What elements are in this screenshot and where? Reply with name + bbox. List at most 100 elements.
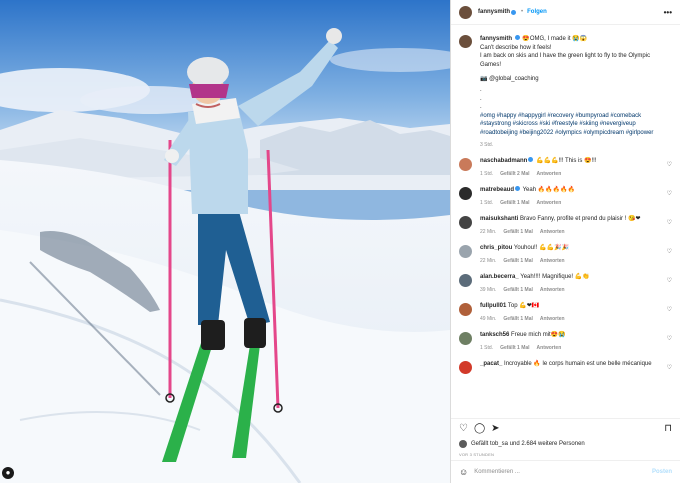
comment-time: 1 Std.: [480, 345, 494, 352]
commenter-username[interactable]: chris_pitou: [480, 245, 512, 251]
comment-like-heart-icon[interactable]: ♡: [667, 335, 672, 343]
commenter-username[interactable]: alan.becerra_: [480, 274, 519, 280]
comment-like-heart-icon[interactable]: ♡: [667, 277, 672, 285]
commenter-username[interactable]: naschabadmann: [480, 158, 527, 164]
likes-summary[interactable]: Gefällt tob_sa und 2.684 weitere Persone…: [451, 438, 680, 450]
reply-button[interactable]: Antworten: [540, 316, 565, 322]
comment-likes[interactable]: Gefällt 1 Mal: [500, 345, 529, 351]
commenter-username[interactable]: _pacat_: [480, 361, 502, 367]
heart-icon[interactable]: ♡: [459, 423, 468, 434]
commenter-avatar[interactable]: [459, 361, 472, 375]
comment-like-heart-icon[interactable]: ♡: [667, 248, 672, 256]
reply-button[interactable]: Antworten: [537, 200, 562, 206]
comment-item: matrebeaud Yeah 🔥🔥🔥🔥🔥 1 Std. Gefällt 1 Mal…: [459, 186, 672, 207]
post-viewer: ● fannysmith • Folgen ••• fannysmith 😍OM…: [0, 0, 680, 483]
caption-hashtags[interactable]: #omg #happy #happygirl #recovery #bumpyr…: [480, 112, 672, 138]
user-tag-icon[interactable]: ●: [2, 467, 14, 479]
commenter-avatar[interactable]: [459, 158, 472, 172]
comment-meta: 49 Min. Gefällt 1 Mal Antworten: [480, 315, 670, 323]
caption-line-2: Can't describe how it feels!: [480, 44, 552, 51]
commenter-username[interactable]: maisukshanti: [480, 216, 518, 222]
commenter-username[interactable]: tanksch56: [480, 332, 509, 338]
caption-line-3: I am back on skis and I have the green l…: [480, 53, 651, 68]
comment-likes[interactable]: Gefällt 1 Mal: [503, 229, 532, 235]
reply-button[interactable]: Antworten: [540, 229, 565, 235]
post-photo[interactable]: ●: [0, 0, 450, 483]
reply-button[interactable]: Antworten: [540, 258, 565, 264]
follow-button[interactable]: Folgen: [527, 9, 547, 15]
comment-time: 1 Std.: [480, 171, 494, 178]
post-header: fannysmith • Folgen •••: [451, 0, 680, 25]
comment-text: Bravo Fanny, profite et prend du plaisir…: [520, 216, 641, 223]
comment-text: 💪💪💪!!! This is 😍!!!: [536, 158, 597, 165]
reply-button[interactable]: Antworten: [540, 287, 565, 293]
action-bar: ♡ ◯ ➤ ⊓: [451, 418, 680, 438]
verified-badge-icon: [514, 35, 520, 40]
commenter-username[interactable]: fullpull01: [480, 303, 506, 309]
verified-badge-icon: [528, 157, 534, 163]
post-caption: fannysmith 😍OMG, I made it 😭😱 Can't desc…: [459, 35, 672, 149]
caption-time: 3 Std.: [480, 141, 494, 148]
comment-composer: ☺ Kommentieren ... Posten: [451, 460, 680, 483]
comment-likes[interactable]: Gefällt 2 Mal: [500, 171, 529, 177]
commenter-avatar[interactable]: [459, 187, 472, 201]
comment-like-heart-icon[interactable]: ♡: [667, 161, 672, 169]
emoji-icon[interactable]: ☺: [459, 467, 468, 477]
comment-item: naschabadmann 💪💪💪!!! This is 😍!!! 1 Std. G…: [459, 157, 672, 178]
comment-text: Youhou!! 💪💪🎉🎉: [513, 245, 569, 252]
comment-list: naschabadmann 💪💪💪!!! This is 😍!!! 1 Std. G…: [459, 157, 672, 375]
verified-badge-icon: [511, 9, 517, 15]
comment-like-heart-icon[interactable]: ♡: [667, 364, 672, 372]
comments-scroll-area[interactable]: fannysmith 😍OMG, I made it 😭😱 Can't desc…: [451, 25, 680, 418]
caption-username[interactable]: fannysmith: [480, 36, 512, 42]
author-avatar[interactable]: [459, 5, 472, 19]
commenter-username[interactable]: matrebeaud: [480, 187, 514, 193]
comment-like-heart-icon[interactable]: ♡: [667, 219, 672, 227]
commenter-avatar[interactable]: [459, 216, 472, 230]
more-options-button[interactable]: •••: [664, 8, 672, 17]
likes-text[interactable]: Gefällt tob_sa und 2.684 weitere Persone…: [471, 441, 585, 447]
comment-likes[interactable]: Gefällt 1 Mal: [503, 287, 532, 293]
comment-time: 1 Std.: [480, 200, 494, 207]
comment-time: 22 Min.: [480, 229, 497, 236]
comment-meta: 1 Std. Gefällt 2 Mal Antworten: [480, 170, 670, 178]
comment-item: chris_pitou Youhou!! 💪💪🎉🎉 22 Min. Gefällt …: [459, 244, 672, 265]
commenter-avatar[interactable]: [459, 332, 472, 346]
caption-avatar[interactable]: [459, 35, 472, 48]
commenter-avatar[interactable]: [459, 303, 472, 317]
comment-text: Yeah 🔥🔥🔥🔥🔥: [522, 187, 576, 194]
comment-text: Yeah!!!! Magnifique! 💪👏: [520, 274, 590, 281]
reply-button[interactable]: Antworten: [537, 171, 562, 177]
post-comment-button[interactable]: Posten: [652, 469, 672, 475]
author-username[interactable]: fannysmith: [478, 9, 510, 15]
reply-button[interactable]: Antworten: [537, 345, 562, 351]
commenter-avatar[interactable]: [459, 274, 472, 288]
comment-icon[interactable]: ◯: [474, 423, 485, 434]
comment-item: alan.becerra_ Yeah!!!! Magnifique! 💪👏 39 …: [459, 273, 672, 294]
comment-likes[interactable]: Gefällt 1 Mal: [503, 316, 532, 322]
commenter-avatar[interactable]: [459, 245, 472, 259]
comment-meta: 39 Min. Gefällt 1 Mal Antworten: [480, 286, 670, 294]
comment-text: Top 💪❤🇨🇦: [507, 303, 540, 310]
comment-meta: 1 Std. Gefällt 1 Mal Antworten: [480, 344, 670, 352]
post-date: VOR 3 STUNDEN: [459, 452, 495, 457]
comment-likes[interactable]: Gefällt 1 Mal: [503, 258, 532, 264]
comment-time: 22 Min.: [480, 258, 497, 265]
comment-input[interactable]: Kommentieren ...: [474, 469, 520, 475]
comment-like-heart-icon[interactable]: ♡: [667, 306, 672, 314]
comment-likes[interactable]: Gefällt 1 Mal: [500, 200, 529, 206]
comment-time: 39 Min.: [480, 287, 497, 294]
comment-item: _pacat_ Incroyable 🔥 le corps humain est…: [459, 360, 672, 375]
comment-like-heart-icon[interactable]: ♡: [667, 190, 672, 198]
comment-item: fullpull01 Top 💪❤🇨🇦 49 Min. Gefällt 1 Mal A…: [459, 302, 672, 323]
bookmark-icon[interactable]: ⊓: [664, 423, 672, 434]
share-icon[interactable]: ➤: [491, 423, 499, 434]
comment-meta: 22 Min. Gefällt 1 Mal Antworten: [480, 257, 670, 265]
caption-coach-line[interactable]: 📷 @global_coaching: [480, 75, 672, 84]
caption-dot: .: [480, 95, 482, 102]
caption-dot: .: [480, 104, 482, 111]
caption-line-1: 😍OMG, I made it 😭😱: [522, 36, 588, 42]
post-side-panel: fannysmith • Folgen ••• fannysmith 😍OMG,…: [450, 0, 680, 483]
comment-item: tanksch56 Freue mich mit😍😭 1 Std. Gefällt …: [459, 331, 672, 352]
comment-item: maisukshanti Bravo Fanny, profite et pre…: [459, 215, 672, 236]
